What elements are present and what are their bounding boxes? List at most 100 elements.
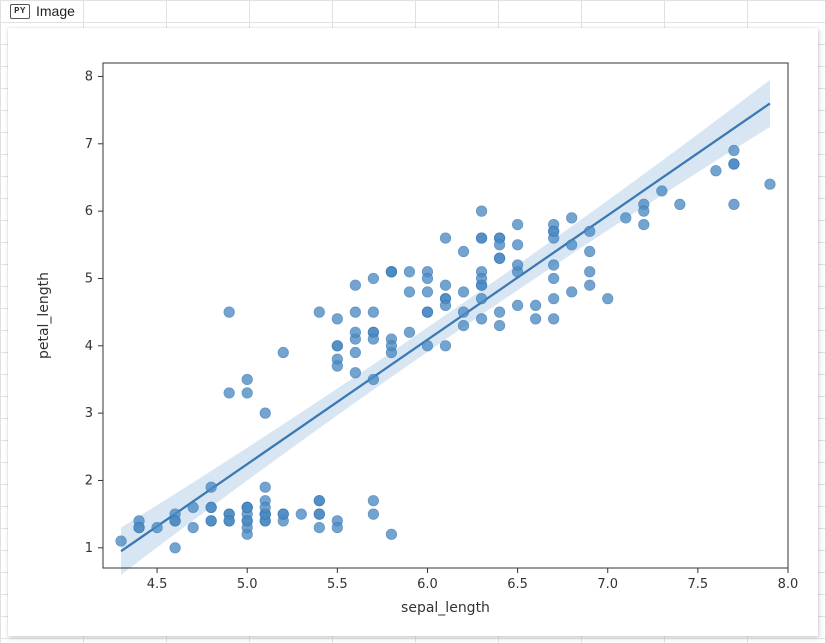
- data-point: [314, 522, 324, 532]
- data-point: [404, 267, 414, 277]
- data-point: [404, 287, 414, 297]
- output-image-card[interactable]: 4.55.05.56.06.57.07.58.012345678sepal_le…: [8, 28, 818, 636]
- data-point: [206, 502, 216, 512]
- data-point: [512, 219, 522, 229]
- data-point: [368, 273, 378, 283]
- data-point: [512, 240, 522, 250]
- data-point: [422, 341, 432, 351]
- data-point: [368, 509, 378, 519]
- data-point: [657, 186, 667, 196]
- x-tick-label: 7.5: [688, 577, 709, 592]
- data-point: [639, 219, 649, 229]
- data-point: [278, 347, 288, 357]
- data-point: [116, 536, 126, 546]
- data-point: [512, 300, 522, 310]
- data-point: [170, 516, 180, 526]
- data-point: [332, 314, 342, 324]
- data-point: [512, 260, 522, 270]
- data-point: [476, 293, 486, 303]
- data-point: [386, 341, 396, 351]
- y-tick-label: 2: [85, 473, 93, 488]
- data-point: [494, 240, 504, 250]
- data-point: [188, 522, 198, 532]
- data-point: [404, 327, 414, 337]
- data-point: [314, 495, 324, 505]
- data-point: [206, 482, 216, 492]
- data-point: [260, 502, 270, 512]
- data-point: [350, 347, 360, 357]
- data-point: [134, 522, 144, 532]
- data-point: [566, 240, 576, 250]
- y-tick-label: 5: [85, 271, 93, 286]
- data-point: [368, 307, 378, 317]
- data-point: [476, 206, 486, 216]
- data-point: [368, 334, 378, 344]
- data-point: [729, 145, 739, 155]
- data-point: [494, 320, 504, 330]
- data-point: [224, 516, 234, 526]
- data-point: [422, 273, 432, 283]
- data-point: [585, 246, 595, 256]
- data-point: [548, 314, 558, 324]
- data-point: [242, 502, 252, 512]
- data-point: [422, 287, 432, 297]
- data-point: [332, 341, 342, 351]
- chart-container: 4.55.05.56.06.57.07.58.012345678sepal_le…: [8, 28, 818, 636]
- data-point: [314, 509, 324, 519]
- python-badge-icon: PY: [10, 4, 30, 19]
- data-point: [386, 267, 396, 277]
- data-point: [350, 280, 360, 290]
- data-point: [458, 246, 468, 256]
- data-point: [729, 199, 739, 209]
- data-point: [548, 260, 558, 270]
- data-point: [494, 253, 504, 263]
- data-point: [675, 199, 685, 209]
- data-point: [476, 314, 486, 324]
- data-point: [548, 293, 558, 303]
- data-point: [585, 226, 595, 236]
- x-tick-label: 8.0: [778, 577, 799, 592]
- data-point: [476, 233, 486, 243]
- x-tick-label: 5.0: [237, 577, 258, 592]
- x-tick-label: 4.5: [147, 577, 168, 592]
- data-point: [206, 516, 216, 526]
- data-point: [350, 307, 360, 317]
- data-point: [242, 388, 252, 398]
- data-point: [386, 529, 396, 539]
- x-tick-label: 6.0: [417, 577, 438, 592]
- data-point: [530, 300, 540, 310]
- data-point: [260, 408, 270, 418]
- data-point: [765, 179, 775, 189]
- data-point: [530, 314, 540, 324]
- cell-type-label: Image: [36, 3, 75, 19]
- y-tick-label: 1: [85, 541, 93, 556]
- data-point: [224, 388, 234, 398]
- data-point: [440, 341, 450, 351]
- y-axis-label: petal_length: [36, 272, 52, 359]
- data-point: [332, 361, 342, 371]
- data-point: [639, 206, 649, 216]
- data-point: [188, 502, 198, 512]
- data-point: [458, 287, 468, 297]
- data-point: [368, 374, 378, 384]
- data-point: [224, 307, 234, 317]
- data-point: [332, 522, 342, 532]
- data-point: [242, 374, 252, 384]
- data-point: [422, 307, 432, 317]
- data-point: [458, 307, 468, 317]
- y-tick-label: 4: [85, 339, 93, 354]
- regression-line: [121, 103, 770, 551]
- data-point: [242, 516, 252, 526]
- data-point: [440, 280, 450, 290]
- data-point: [621, 213, 631, 223]
- data-point: [476, 273, 486, 283]
- data-point: [548, 273, 558, 283]
- y-tick-label: 3: [85, 406, 93, 421]
- x-tick-label: 5.5: [327, 577, 348, 592]
- x-axis-label: sepal_length: [401, 600, 490, 616]
- data-point: [350, 368, 360, 378]
- data-point: [494, 307, 504, 317]
- data-point: [458, 320, 468, 330]
- data-point: [440, 233, 450, 243]
- data-point: [585, 267, 595, 277]
